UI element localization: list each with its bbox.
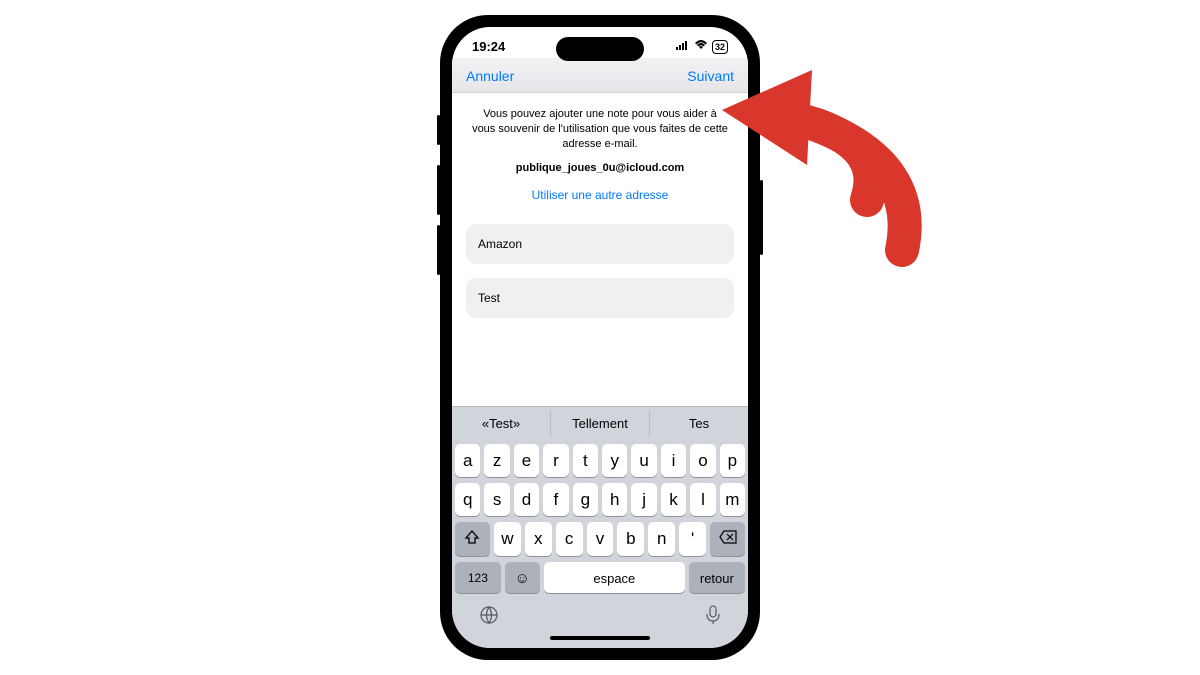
iphone-frame: 19:24 32 Annuler Suivant Vous pouvez ajo… — [440, 15, 760, 660]
keyboard-row-4: 123 ☺ espace retour — [455, 562, 745, 593]
power-button — [760, 180, 763, 255]
key-q[interactable]: q — [455, 483, 480, 516]
cellular-icon — [676, 40, 690, 53]
key-i[interactable]: i — [661, 444, 686, 477]
keyboard-suggestions: «Test» Tellement Tes — [452, 406, 748, 440]
status-time: 19:24 — [472, 39, 505, 54]
key-c[interactable]: c — [556, 522, 583, 556]
next-button[interactable]: Suivant — [687, 68, 734, 84]
key-f[interactable]: f — [543, 483, 568, 516]
return-key[interactable]: retour — [689, 562, 745, 593]
key-b[interactable]: b — [617, 522, 644, 556]
space-key[interactable]: espace — [544, 562, 685, 593]
status-indicators: 32 — [676, 40, 728, 54]
label-input[interactable]: Amazon — [466, 224, 734, 264]
key-a[interactable]: a — [455, 444, 480, 477]
key-x[interactable]: x — [525, 522, 552, 556]
mic-icon[interactable] — [705, 605, 721, 630]
screen: 19:24 32 Annuler Suivant Vous pouvez ajo… — [452, 27, 748, 648]
side-button — [437, 115, 440, 145]
suggestion[interactable]: «Test» — [452, 410, 550, 437]
cancel-button[interactable]: Annuler — [466, 68, 514, 84]
volume-up-button — [437, 165, 440, 215]
keyboard: azertyuiop qsdfghjklm wxcvbn' 123 ☺ espa… — [452, 440, 748, 648]
key-p[interactable]: p — [720, 444, 745, 477]
key-v[interactable]: v — [587, 522, 614, 556]
helper-text: Vous pouvez ajouter une note pour vous a… — [466, 107, 734, 152]
key-w[interactable]: w — [494, 522, 521, 556]
shift-key[interactable] — [455, 522, 490, 556]
key-h[interactable]: h — [602, 483, 627, 516]
battery-icon: 32 — [712, 40, 728, 54]
key-u[interactable]: u — [631, 444, 656, 477]
home-indicator[interactable] — [550, 636, 650, 640]
key-t[interactable]: t — [573, 444, 598, 477]
volume-down-button — [437, 225, 440, 275]
key-l[interactable]: l — [690, 483, 715, 516]
modal-body: Vous pouvez ajouter une note pour vous a… — [452, 93, 748, 406]
key-n[interactable]: n — [648, 522, 675, 556]
note-input[interactable]: Test — [466, 278, 734, 318]
key-d[interactable]: d — [514, 483, 539, 516]
key-'[interactable]: ' — [679, 522, 706, 556]
keyboard-row-3: wxcvbn' — [455, 522, 745, 556]
globe-icon[interactable] — [479, 605, 499, 630]
suggestion[interactable]: Tes — [649, 410, 748, 437]
key-g[interactable]: g — [573, 483, 598, 516]
key-y[interactable]: y — [602, 444, 627, 477]
modal-header: Annuler Suivant — [452, 58, 748, 93]
suggestion[interactable]: Tellement — [550, 410, 649, 437]
emoji-key[interactable]: ☺ — [505, 562, 540, 593]
key-s[interactable]: s — [484, 483, 509, 516]
wifi-icon — [694, 40, 708, 53]
key-m[interactable]: m — [720, 483, 745, 516]
key-j[interactable]: j — [631, 483, 656, 516]
key-o[interactable]: o — [690, 444, 715, 477]
keyboard-row-2: qsdfghjklm — [455, 483, 745, 516]
key-k[interactable]: k — [661, 483, 686, 516]
dynamic-island — [556, 37, 644, 61]
keyboard-bottom-row — [455, 599, 745, 632]
key-z[interactable]: z — [484, 444, 509, 477]
key-r[interactable]: r — [543, 444, 568, 477]
backspace-key[interactable] — [710, 522, 745, 556]
keyboard-row-1: azertyuiop — [455, 444, 745, 477]
generated-email: publique_joues_0u@icloud.com — [466, 162, 734, 174]
key-e[interactable]: e — [514, 444, 539, 477]
numbers-key[interactable]: 123 — [455, 562, 501, 593]
use-other-address-link[interactable]: Utiliser une autre adresse — [466, 188, 734, 202]
